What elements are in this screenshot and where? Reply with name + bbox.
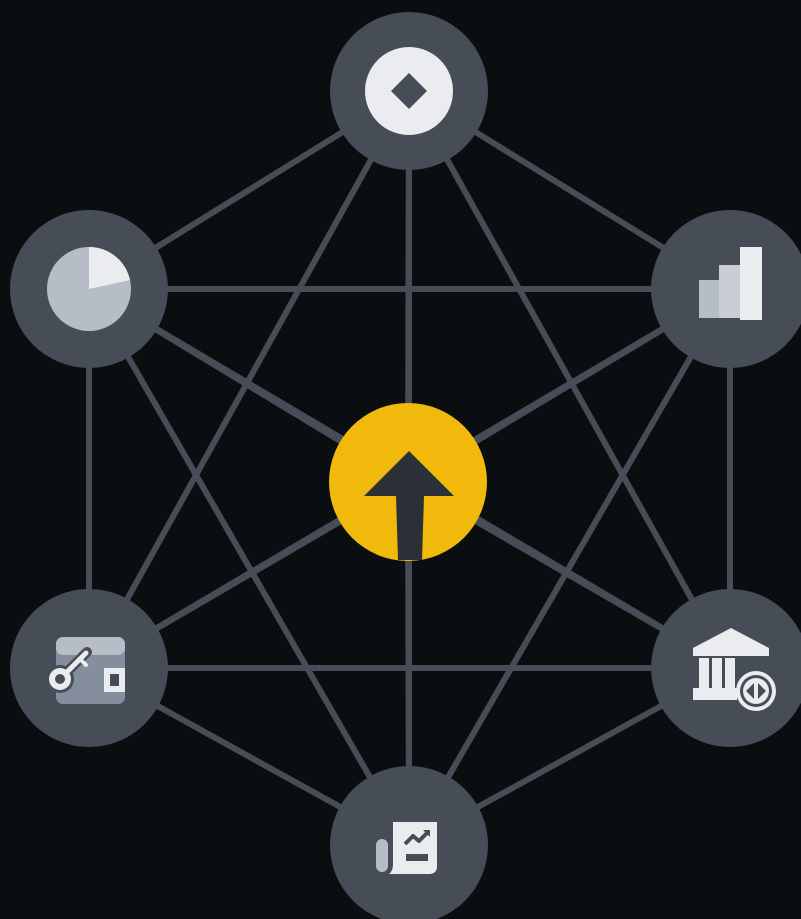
edge-top-lower-left bbox=[86, 89, 412, 670]
nodes-layer bbox=[10, 12, 801, 919]
hub-node bbox=[329, 403, 487, 561]
node-upper-right bbox=[651, 210, 801, 368]
node-lower-right bbox=[651, 589, 801, 747]
edge-upper-right-bottom bbox=[406, 287, 733, 847]
wallet-key-icon bbox=[46, 637, 125, 704]
node-upper-left bbox=[10, 210, 168, 368]
edge-top-lower-right bbox=[406, 89, 733, 670]
network-diagram bbox=[0, 0, 801, 919]
pie-chart-icon bbox=[47, 247, 131, 331]
edge-bottom-upper-left bbox=[86, 287, 412, 847]
node-top bbox=[330, 12, 488, 170]
network-diagram-svg bbox=[10, 12, 801, 919]
node-lower-left bbox=[10, 589, 168, 747]
coin-diamond-icon bbox=[365, 47, 453, 135]
node-bottom bbox=[330, 766, 488, 919]
